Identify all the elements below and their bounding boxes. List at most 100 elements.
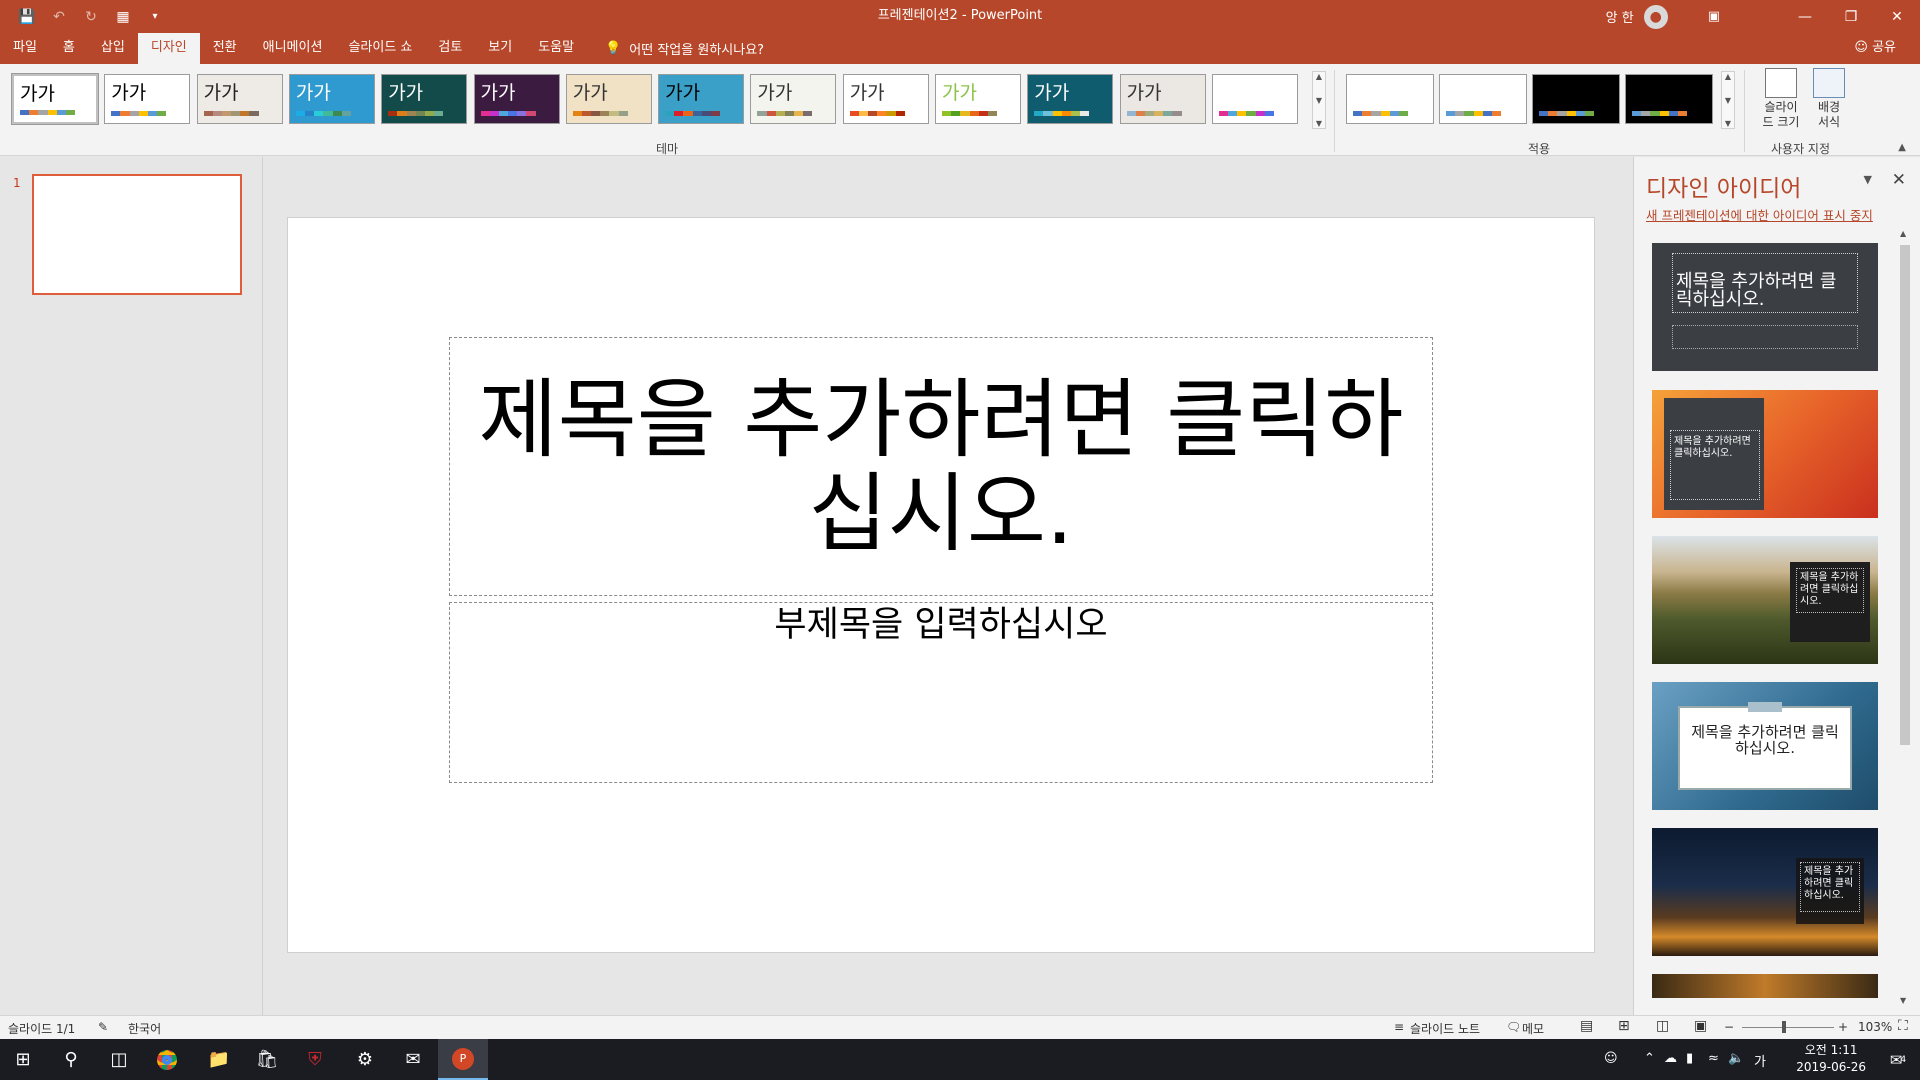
design-idea-3[interactable]: 제목을 추가하려면 클릭하십시오. <box>1652 536 1878 664</box>
slide-sorter-icon[interactable]: ⊞ <box>1618 1018 1630 1034</box>
theme-thumbnail[interactable]: 가가 <box>842 74 929 124</box>
scroll-up-icon[interactable]: ▲ <box>1900 229 1906 238</box>
minimize-icon[interactable]: — <box>1782 0 1828 33</box>
gallery-expand-icon[interactable]: ▼ <box>1725 119 1731 128</box>
tab-help[interactable]: 도움말 <box>525 33 587 64</box>
ime-indicator[interactable]: 가 <box>1754 1051 1766 1070</box>
theme-thumbnail[interactable]: 가가 <box>750 74 837 124</box>
variants-gallery-scroll[interactable]: ▲ ▼ ▼ <box>1721 71 1735 129</box>
comments-button[interactable]: 메모 <box>1522 1020 1544 1037</box>
close-icon[interactable]: ✕ <box>1892 170 1906 190</box>
theme-thumbnail[interactable]: 가가 <box>658 74 745 124</box>
zoom-slider[interactable] <box>1742 1027 1834 1028</box>
tab-review[interactable]: 검토 <box>425 33 475 64</box>
scroll-down-icon[interactable]: ▼ <box>1725 96 1731 105</box>
gallery-expand-icon[interactable]: ▼ <box>1316 119 1322 128</box>
mcafee-icon[interactable]: ⛨ <box>292 1039 338 1080</box>
tab-file[interactable]: 파일 <box>0 33 50 64</box>
restore-icon[interactable]: ❐ <box>1828 0 1874 33</box>
themes-gallery-scroll[interactable]: ▲ ▼ ▼ <box>1312 71 1326 129</box>
wifi-icon[interactable]: ≈ <box>1708 1051 1719 1066</box>
theme-thumbnail[interactable]: 가가 <box>1119 74 1206 124</box>
variant-thumbnail[interactable] <box>1532 74 1620 124</box>
tab-slideshow[interactable]: 슬라이드 쇼 <box>335 33 425 64</box>
design-idea-6[interactable] <box>1652 974 1878 998</box>
scroll-down-icon[interactable]: ▼ <box>1900 996 1906 1005</box>
powerpoint-taskbar-icon[interactable]: P <box>438 1039 488 1080</box>
reading-view-icon[interactable]: ◫ <box>1656 1018 1669 1034</box>
idea-title: 제목을 추가하려면 클릭하십시오. <box>1674 436 1751 459</box>
variant-thumbnail[interactable] <box>1625 74 1713 124</box>
store-icon[interactable]: 🛍 <box>244 1039 290 1080</box>
scroll-up-icon[interactable]: ▲ <box>1725 72 1731 81</box>
design-idea-2[interactable]: 제목을 추가하려면 클릭하십시오. <box>1652 390 1878 518</box>
subtitle-placeholder[interactable]: 부제목을 입력하십시오 <box>449 602 1433 783</box>
variant-thumbnail[interactable] <box>1346 74 1434 124</box>
language[interactable]: 한국어 <box>128 1020 161 1037</box>
volume-icon[interactable]: 🔈 <box>1728 1051 1744 1066</box>
zoom-out-icon[interactable]: − <box>1724 1020 1734 1034</box>
settings-icon[interactable]: ⚙ <box>342 1039 388 1080</box>
tab-transitions[interactable]: 전환 <box>200 33 250 64</box>
theme-thumbnail[interactable]: 가가 <box>1211 74 1298 124</box>
design-idea-1[interactable]: 제목을 추가하려면 클릭하십시오. <box>1652 243 1878 371</box>
collapse-ribbon-icon[interactable]: ▲ <box>1898 142 1906 153</box>
theme-thumbnail[interactable]: 가가 <box>288 74 375 124</box>
stop-ideas-link[interactable]: 새 프레젠테이션에 대한 아이디어 표시 중지 <box>1646 205 1873 224</box>
format-background-button[interactable]: 배경 서식 <box>1805 68 1853 130</box>
design-idea-4[interactable]: 제목을 추가하려면 클릭하십시오. <box>1652 682 1878 810</box>
theme-thumbnail[interactable]: 가가 <box>104 74 191 124</box>
tab-home[interactable]: 홈 <box>50 33 88 64</box>
onedrive-icon[interactable]: ☁ <box>1664 1051 1677 1066</box>
theme-color-swatch <box>1237 111 1247 116</box>
close-icon[interactable]: ✕ <box>1874 0 1920 33</box>
ribbon-display-options-icon[interactable]: ▣ <box>1708 9 1720 24</box>
title-placeholder[interactable]: 제목을 추가하려면 클릭하십시오. <box>449 337 1433 596</box>
notes-button[interactable]: 슬라이드 노트 <box>1410 1020 1480 1037</box>
theme-thumbnail[interactable]: 가가 <box>473 74 560 124</box>
zoom-slider-thumb[interactable] <box>1782 1021 1786 1033</box>
battery-icon[interactable]: ▮ <box>1686 1051 1693 1066</box>
chrome-icon[interactable] <box>144 1039 190 1080</box>
tab-view[interactable]: 보기 <box>475 33 525 64</box>
theme-thumbnail[interactable]: 가가 <box>935 74 1021 124</box>
scroll-up-icon[interactable]: ▲ <box>1316 72 1322 81</box>
theme-color-swatch <box>65 110 76 115</box>
avatar[interactable]: ● <box>1643 4 1668 29</box>
scroll-down-icon[interactable]: ▼ <box>1316 96 1322 105</box>
share-label: 공유 <box>1872 40 1896 55</box>
theme-thumbnail[interactable]: 가가 <box>196 74 283 124</box>
slide-size-button[interactable]: 슬라이드 크기 <box>1757 68 1805 130</box>
variant-thumbnail[interactable] <box>1439 74 1527 124</box>
file-explorer-icon[interactable]: 📁 <box>196 1039 242 1080</box>
start-icon[interactable]: ⊞ <box>0 1039 46 1080</box>
slide-thumbnail[interactable] <box>32 174 242 295</box>
zoom-level[interactable]: 103% <box>1858 1020 1892 1034</box>
action-center-icon[interactable]: ✉ 4 <box>1876 1039 1920 1080</box>
zoom-in-icon[interactable]: + <box>1838 1020 1848 1034</box>
tab-animations[interactable]: 애니메이션 <box>250 33 336 64</box>
theme-thumbnail[interactable]: 가가 <box>565 74 652 124</box>
show-hidden-icons-icon[interactable]: ⌃ <box>1644 1051 1655 1066</box>
theme-thumbnail[interactable]: 가가 <box>1027 74 1114 124</box>
ideas-scrollbar[interactable]: ▲ ▼ <box>1898 229 1912 1005</box>
people-icon[interactable]: ☺ <box>1604 1051 1618 1066</box>
design-idea-5[interactable]: 제목을 추가하려면 클릭하십시오. <box>1652 828 1878 956</box>
user-account[interactable]: 앙 한 ● ▣ <box>1606 0 1720 33</box>
clock[interactable]: 오전 1:11 2019-06-26 <box>1796 1042 1866 1076</box>
pane-options-icon[interactable]: ▼ <box>1864 173 1872 186</box>
search-icon[interactable]: ⚲ <box>48 1039 94 1080</box>
mail-icon[interactable]: ✉ <box>390 1039 436 1080</box>
share-button[interactable]: ☺ 공유 <box>1854 33 1896 64</box>
tab-insert[interactable]: 삽입 <box>88 33 138 64</box>
tab-design[interactable]: 디자인 <box>137 33 200 64</box>
theme-thumbnail[interactable]: 가가 <box>381 74 468 124</box>
theme-thumbnail[interactable]: 가가 <box>11 73 99 125</box>
normal-view-icon[interactable]: ▤ <box>1580 1018 1593 1034</box>
tell-me-search[interactable]: 💡 어떤 작업을 원하시나요? <box>587 33 764 64</box>
scrollbar-thumb[interactable] <box>1900 245 1910 745</box>
slideshow-view-icon[interactable]: ▣ <box>1694 1018 1707 1034</box>
spell-check-icon[interactable]: ✎ <box>98 1020 108 1034</box>
fit-to-window-icon[interactable]: ⛶ <box>1898 1018 1908 1034</box>
task-view-icon[interactable]: ◫ <box>96 1039 142 1080</box>
